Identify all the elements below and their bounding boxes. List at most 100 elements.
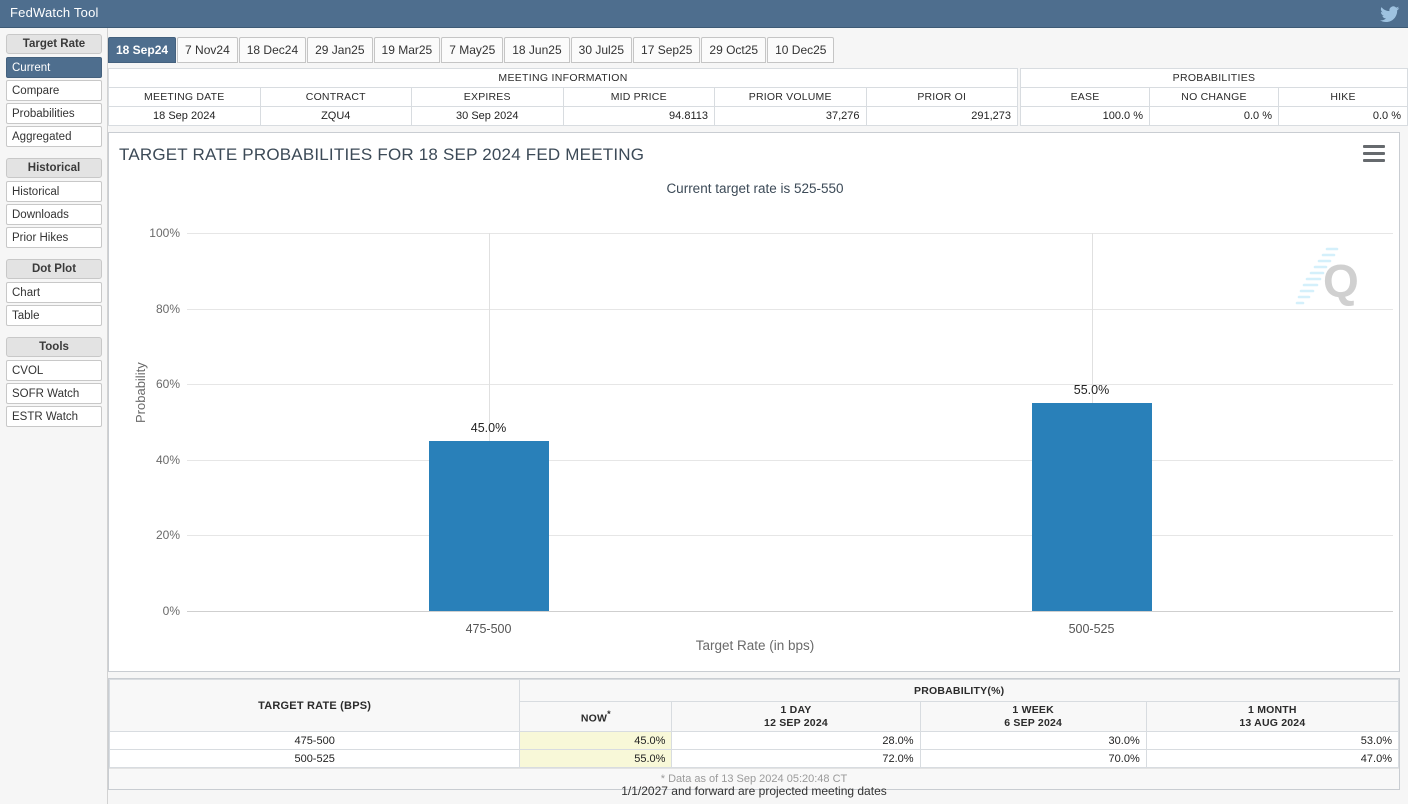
meeting-info-value-5: 291,273	[865, 106, 1018, 126]
chart-gridline-y	[187, 384, 1393, 386]
col-header-date: 12 SEP 2024	[764, 716, 828, 729]
chart-x-axis-label: Target Rate (in bps)	[695, 638, 815, 653]
table-row: 475-500 45.0% 28.0% 30.0% 53.0%	[108, 731, 1400, 750]
col-header-mid-price: MID PRICE	[562, 87, 715, 107]
tab-10-dec25[interactable]: 10 Dec25	[767, 37, 835, 63]
cell-target-rate: 500-525	[108, 749, 521, 768]
chart-y-tick-label: 40%	[155, 452, 180, 467]
menu-bar-2	[1363, 152, 1385, 155]
menu-bar-3	[1363, 159, 1385, 162]
tab-19-mar25[interactable]: 19 Mar25	[373, 37, 441, 63]
tab-7-may25[interactable]: 7 May25	[441, 37, 504, 63]
cell-one-week: 30.0%	[919, 731, 1147, 750]
chart-plot-area: 0% 20% 40% 60% 80% 100% 45.0% 475-500 55.0% 500-5…	[149, 226, 1393, 636]
col-header-meeting-date: MEETING DATE	[108, 87, 261, 107]
col-header-contract: CONTRACT	[259, 87, 412, 107]
sidebar-item-table[interactable]: Table	[6, 305, 102, 326]
chart-y-tick-label: 100%	[149, 226, 180, 240]
chart-y-tick-label: 60%	[155, 377, 180, 392]
table-header-row: MEETING DATE CONTRACT EXPIRES MID PRICE PRIO…	[108, 87, 1018, 107]
tab-18-dec24[interactable]: 18 Dec24	[238, 37, 307, 63]
chart-y-axis-label: Probability	[133, 362, 148, 423]
chart-gridline-y	[187, 535, 1393, 537]
tab-18-sep24[interactable]: 18 Sep24	[108, 37, 177, 63]
col-header-1-day: 1 DAY 12 SEP 2024	[671, 701, 921, 732]
col-header-1-week: 1 WEEK 6 SEP 2024	[919, 701, 1147, 732]
sidebar-item-chart[interactable]: Chart	[6, 282, 102, 303]
page-body: Target Rate Current Compare Probabilities Ag…	[0, 28, 1408, 804]
probabilities-summary-title: PROBABILITIES	[1020, 68, 1408, 88]
chart-panel: TARGET RATE PROBABILITIES FOR 18 SEP 202…	[108, 132, 1400, 672]
chart-subtitle: Current target rate is 525-550	[666, 181, 844, 196]
tab-7-nov24[interactable]: 7 Nov24	[177, 37, 238, 63]
col-header-ease: EASE	[1020, 87, 1150, 107]
table-row: 100.0 % 0.0 % 0.0 %	[1020, 106, 1408, 126]
meeting-info-value-3: 94.8113	[562, 106, 715, 126]
col-header-target-rate: TARGET RATE (BPS)	[108, 679, 521, 732]
main-content: 18 Sep24 7 Nov24 18 Dec24 29 Jan25 19 Mar25 7…	[108, 28, 1408, 804]
col-header-hike: HIKE	[1278, 87, 1408, 107]
col-header-superscript: *	[607, 708, 611, 719]
chart-gridline-y	[187, 308, 1393, 310]
col-header-name: 1 WEEK	[1012, 703, 1054, 716]
cell-one-day: 72.0%	[671, 749, 921, 768]
meeting-info-value-0: 18 Sep 2024	[108, 106, 261, 126]
chart-bar[interactable]	[428, 440, 549, 611]
sidebar-group-heading-target-rate: Target Rate	[6, 34, 102, 54]
cell-one-month: 47.0%	[1145, 749, 1400, 768]
chart-y-tick-label: 0%	[162, 604, 180, 618]
sidebar-item-historical[interactable]: Historical	[6, 181, 102, 202]
hamburger-menu-icon[interactable]	[1363, 145, 1385, 163]
table-row: 18 Sep 2024 ZQU4 30 Sep 2024 94.8113 37,276 2…	[108, 106, 1018, 126]
cell-one-month: 53.0%	[1145, 731, 1400, 750]
tab-29-jan25[interactable]: 29 Jan25	[307, 37, 373, 63]
sidebar-item-estr-watch[interactable]: ESTR Watch	[6, 406, 102, 427]
meeting-info-value-4: 37,276	[714, 106, 867, 126]
chart-y-tick-label: 80%	[155, 301, 180, 316]
table-header-row: EASE NO CHANGE HIKE	[1020, 87, 1408, 107]
col-header-prior-volume: PRIOR VOLUME	[714, 87, 867, 107]
meeting-information-table: MEETING INFORMATION MEETING DATE CONTRACT…	[108, 68, 1018, 126]
cell-one-day: 28.0%	[671, 731, 921, 750]
sidebar-item-aggregated[interactable]: Aggregated	[6, 126, 102, 147]
table-row: 500-525 55.0% 72.0% 70.0% 47.0%	[108, 749, 1400, 768]
sidebar-item-probabilities[interactable]: Probabilities	[6, 103, 102, 124]
chart-title: TARGET RATE PROBABILITIES FOR 18 SEP 202…	[119, 145, 645, 164]
sidebar-group-heading-historical: Historical	[6, 158, 102, 178]
tab-18-jun25[interactable]: 18 Jun25	[504, 37, 570, 63]
sidebar-item-current[interactable]: Current	[6, 57, 102, 78]
meeting-info-value-2: 30 Sep 2024	[411, 106, 564, 126]
twitter-bird-icon[interactable]	[1380, 4, 1400, 24]
probability-table: TARGET RATE (BPS) PROBABILITY(%) NOW* 1 D…	[108, 679, 1400, 768]
tab-17-sep25[interactable]: 17 Sep25	[633, 37, 701, 63]
tab-29-oct25[interactable]: 29 Oct25	[701, 37, 767, 63]
col-header-name: 1 MONTH	[1248, 703, 1297, 716]
col-header-1-month: 1 MONTH 13 AUG 2024	[1145, 701, 1400, 732]
probabilities-summary-value-2: 0.0 %	[1278, 106, 1408, 126]
col-header-probability-group: PROBABILITY(%)	[519, 679, 1399, 702]
meeting-information-title: MEETING INFORMATION	[108, 68, 1018, 88]
sidebar-item-sofr-watch[interactable]: SOFR Watch	[6, 383, 102, 404]
probabilities-summary-table: PROBABILITIES EASE NO CHANGE HIKE 100.0 % 0…	[1020, 68, 1408, 126]
sidebar-item-compare[interactable]: Compare	[6, 80, 102, 101]
sidebar-item-downloads[interactable]: Downloads	[6, 204, 102, 225]
col-header-date: 13 AUG 2024	[1239, 716, 1306, 729]
col-header-date: 6 SEP 2024	[1004, 716, 1063, 729]
window-title-bar: FedWatch Tool	[0, 0, 1408, 28]
chart-bar[interactable]	[1031, 403, 1152, 611]
tab-30-jul25[interactable]: 30 Jul25	[570, 37, 633, 63]
sidebar-group-heading-dot-plot: Dot Plot	[6, 259, 102, 279]
probability-table-panel: TARGET RATE (BPS) PROBABILITY(%) NOW* 1 D…	[108, 678, 1400, 790]
chart-gridline-y	[187, 233, 1393, 234]
cell-now: 55.0%	[519, 749, 673, 768]
sidebar-item-prior-hikes[interactable]: Prior Hikes	[6, 227, 102, 248]
sidebar-item-cvol[interactable]: CVOL	[6, 360, 102, 381]
probabilities-summary-value-1: 0.0 %	[1149, 106, 1279, 126]
cell-target-rate: 475-500	[108, 731, 521, 750]
col-header-now: NOW*	[519, 701, 673, 732]
chart-bar-value-label: 55.0%	[1073, 383, 1110, 398]
projected-dates-note: 1/1/2027 and forward are projected meeti…	[621, 784, 887, 798]
